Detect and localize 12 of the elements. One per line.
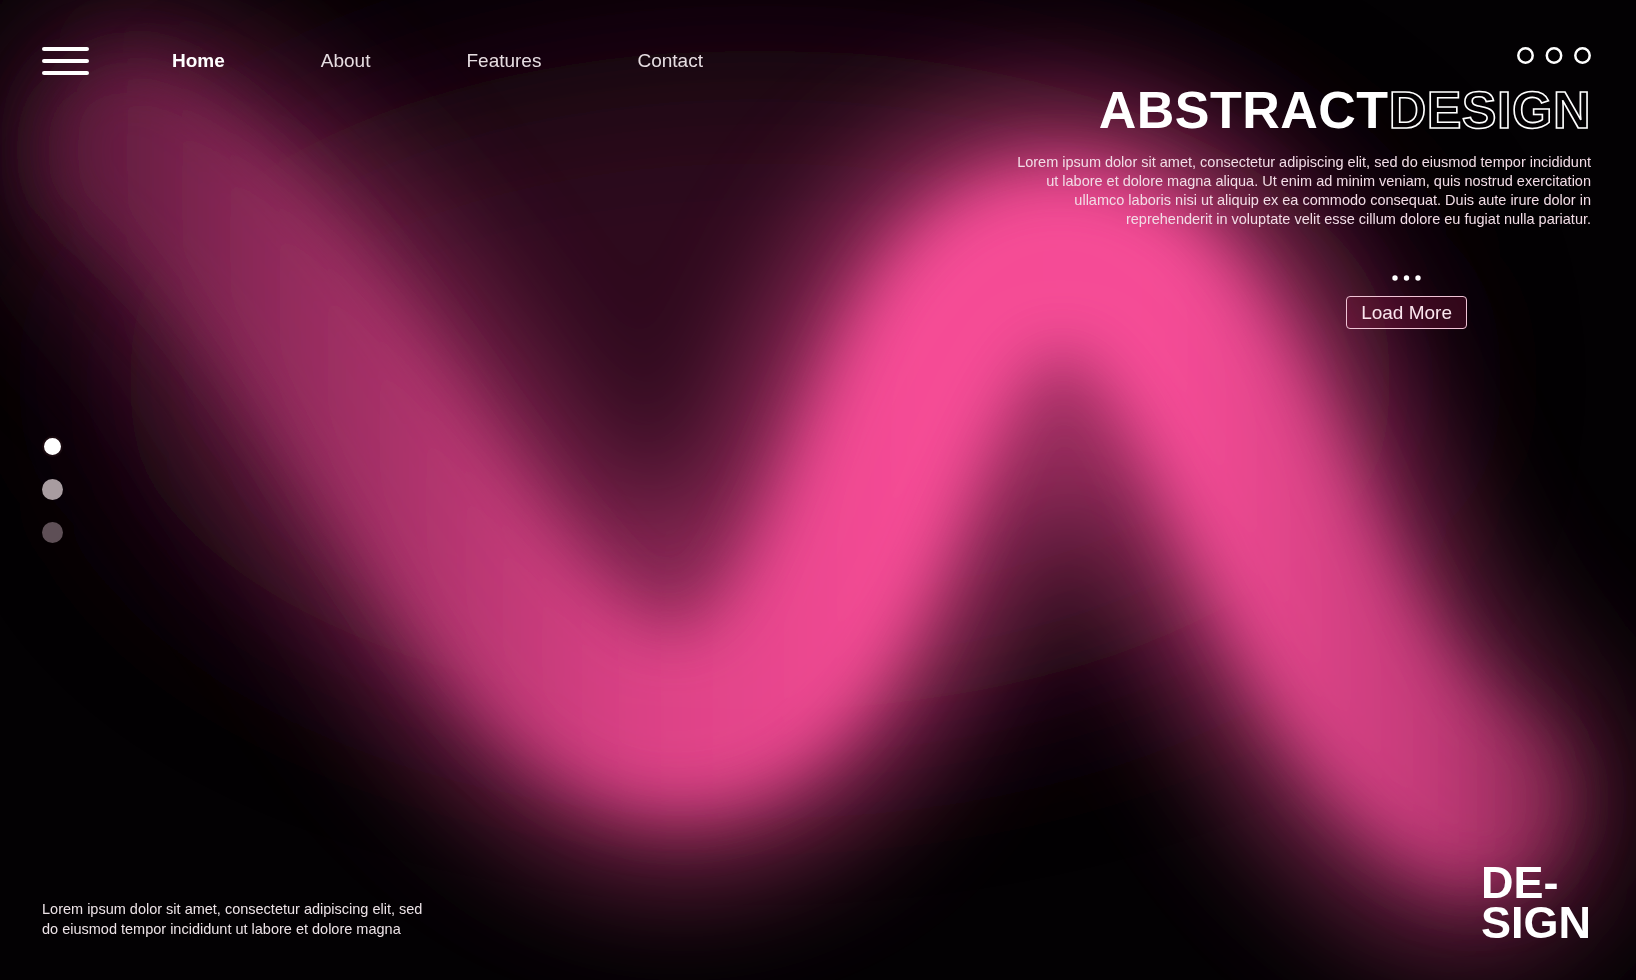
nav-link[interactable]: Features <box>466 49 542 73</box>
corner-title: DE- SIGN <box>1480 863 1591 943</box>
menu-icon[interactable] <box>42 47 89 75</box>
ellipsis-icon <box>1392 275 1422 281</box>
more-icon[interactable] <box>1517 47 1591 64</box>
hero-title: ABSTRACTDESIGN <box>1098 84 1591 136</box>
nav-link[interactable]: About <box>320 49 371 73</box>
nav-link[interactable]: Home <box>172 49 225 73</box>
hero-paragraph: Lorem ipsum dolor sit amet, consectetur adipiscing elit, sed do eiusmod tempor incididunt ut labore et dolore magna aliqua. Ut enim ad minim veniam, quis nostrud exercitation ullamco laboris nisi ut aliquip ex ea commodo consequat. Duis aute irure dolor in reprehenderit in voluptate velit esse cillum dolore eu fugiat nulla pariatur. <box>1017 153 1591 229</box>
nav-link[interactable]: Contact <box>637 49 703 73</box>
load-more-button[interactable]: Load More <box>1346 296 1467 329</box>
footer-paragraph: Lorem ipsum dolor sit amet, consectetur adipiscing elit, sed do eiusmod tempor incididunt ut labore et dolore magna <box>42 900 423 939</box>
